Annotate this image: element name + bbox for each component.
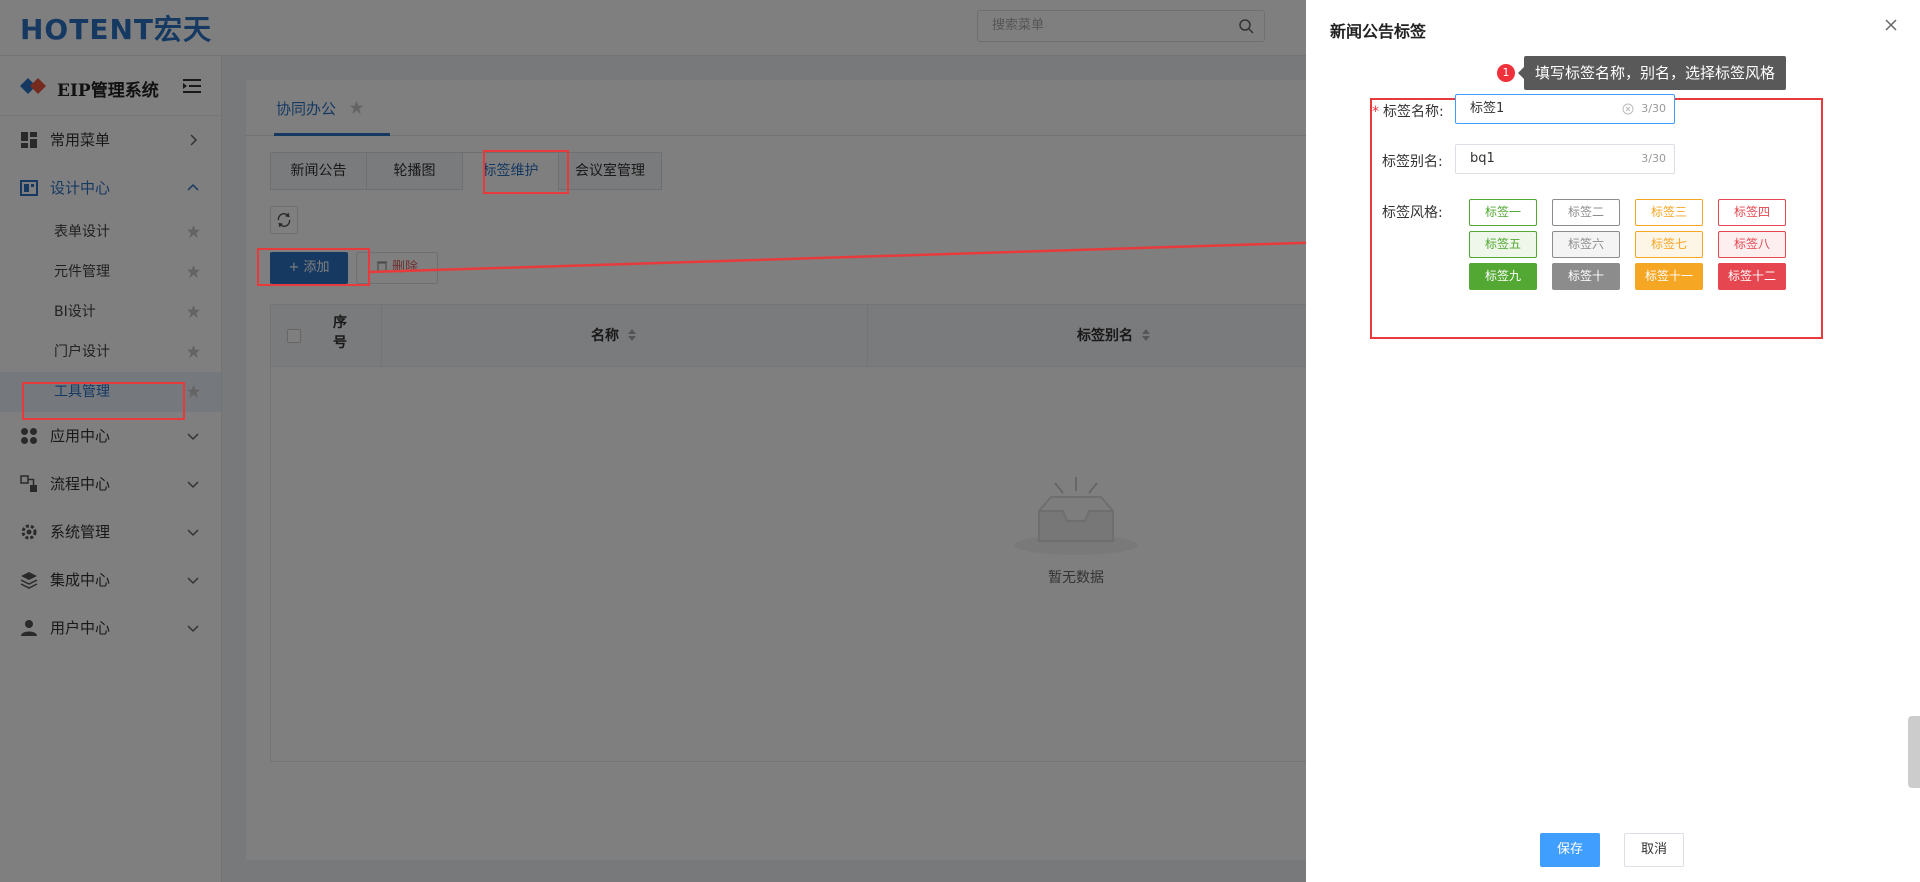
close-icon[interactable] [1884, 18, 1898, 32]
tag-style-option[interactable]: 标签二 [1552, 199, 1620, 226]
tag-style-option[interactable]: 标签十 [1552, 263, 1620, 290]
tag-alias-value: bq1 [1470, 151, 1495, 166]
style-label: 标签风格: [1382, 205, 1443, 221]
step-tooltip: 填写标签名称，别名，选择标签风格 [1517, 56, 1787, 90]
save-button[interactable]: 保存 [1540, 833, 1600, 867]
tag-style-option[interactable]: 标签十二 [1718, 263, 1786, 290]
alias-label: 标签别名: [1382, 154, 1443, 170]
tag-style-option[interactable]: 标签七 [1635, 231, 1703, 258]
name-label-text: 标签名称: [1383, 104, 1444, 120]
side-handle[interactable] [1908, 716, 1920, 788]
tag-style-option[interactable]: 标签十一 [1635, 263, 1703, 290]
cancel-button[interactable]: 取消 [1624, 833, 1684, 867]
tag-style-option[interactable]: 标签九 [1469, 263, 1537, 290]
tag-alias-counter: 3/30 [1641, 152, 1666, 165]
tag-style-option[interactable]: 标签四 [1718, 199, 1786, 226]
required-asterisk: * [1372, 104, 1379, 120]
tag-style-option[interactable]: 标签五 [1469, 231, 1537, 258]
tag-alias-input[interactable]: bq1 3/30 [1455, 144, 1675, 174]
tag-name-counter: 3/30 [1641, 102, 1666, 115]
clear-icon[interactable] [1622, 103, 1634, 115]
tag-form-drawer: 新闻公告标签 1 填写标签名称，别名，选择标签风格 * 标签名称: 标签1 3/3… [1306, 0, 1920, 882]
name-label: * 标签名称: [1372, 101, 1444, 121]
drawer-title: 新闻公告标签 [1330, 22, 1427, 41]
tag-style-option[interactable]: 标签三 [1635, 199, 1703, 226]
step-badge: 1 [1497, 64, 1515, 82]
tag-name-input[interactable]: 标签1 3/30 [1455, 94, 1675, 124]
tag-style-option[interactable]: 标签一 [1469, 199, 1537, 226]
tag-style-option[interactable]: 标签六 [1552, 231, 1620, 258]
tag-style-option[interactable]: 标签八 [1718, 231, 1786, 258]
tag-name-value: 标签1 [1470, 101, 1505, 116]
